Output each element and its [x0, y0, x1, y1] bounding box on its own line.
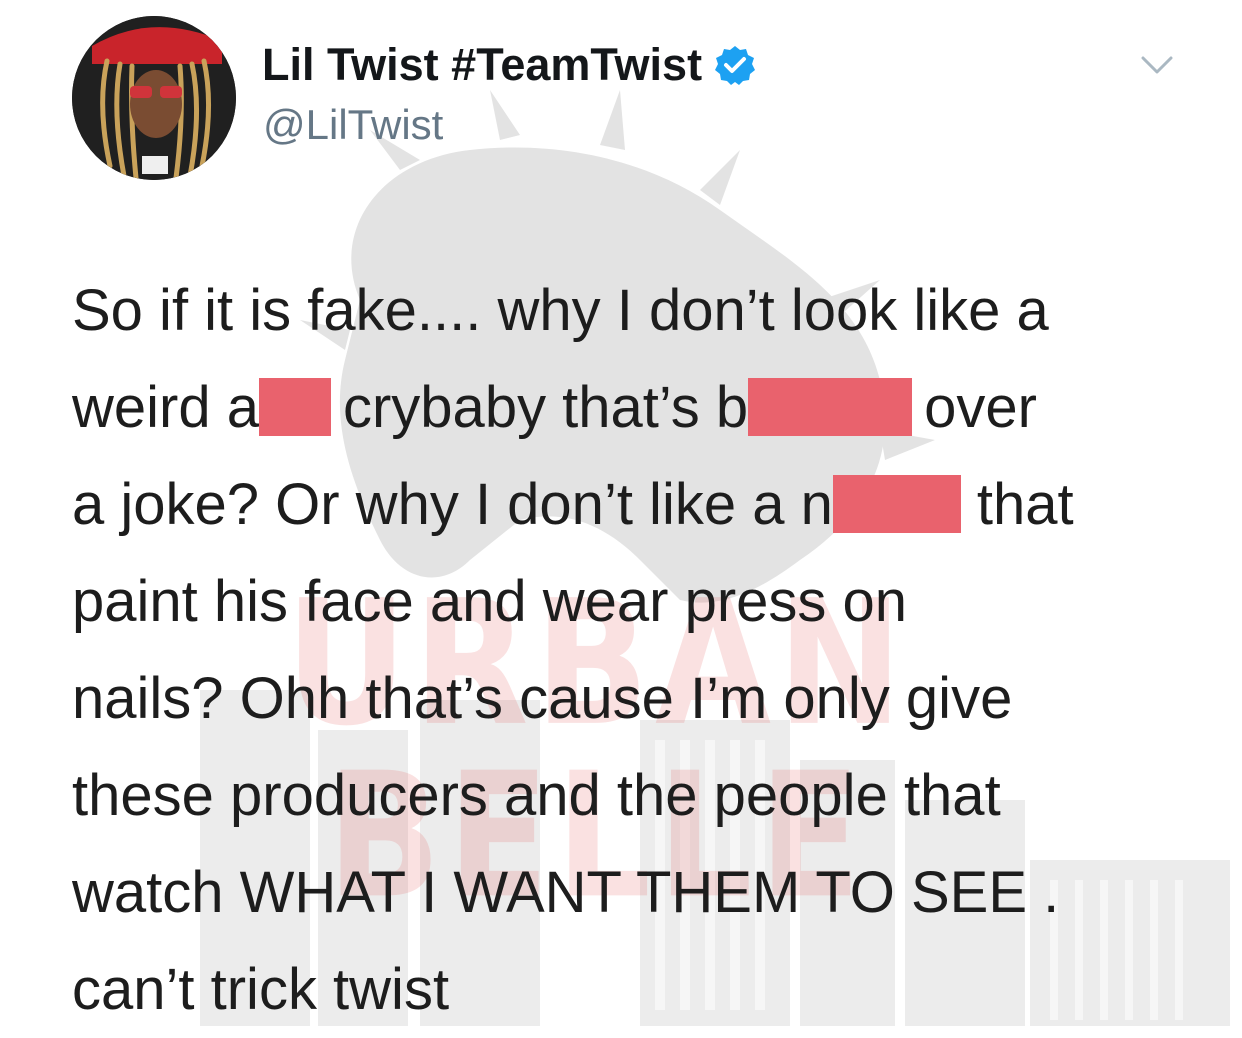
tweet-text-fragment: over	[924, 375, 1037, 440]
tweet-line: So if it is fake.... why I don’t look li…	[72, 278, 1049, 343]
redaction-block	[258, 378, 331, 436]
tweet-text-fragment: that	[976, 472, 1074, 537]
tweet-line: watch WHAT I WANT THEM TO SEE .	[72, 860, 1060, 925]
verified-badge-icon	[715, 45, 756, 85]
tweet-line: weird a crybaby that’s b over	[72, 359, 1202, 456]
tweet-line: paint his face and wear press on	[72, 569, 908, 634]
tweet-line: nails? Ohh that’s cause I’m only give	[72, 666, 1013, 731]
profile-avatar[interactable]	[72, 16, 236, 180]
chevron-down-icon[interactable]	[1140, 50, 1174, 80]
redaction-block	[748, 378, 913, 436]
tweet-text-fragment: crybaby that’s b	[342, 375, 749, 440]
tweet-line: a joke? Or why I don’t like a n that	[72, 456, 1202, 553]
tweet-text-fragment: weird a	[72, 375, 259, 440]
tweet-line: these producers and the people that	[72, 763, 1001, 828]
avatar-image	[72, 16, 236, 180]
author-handle[interactable]: @LilTwist	[263, 104, 443, 146]
redaction-block	[832, 475, 961, 533]
author-display-name[interactable]: Lil Twist #TeamTwist	[262, 42, 702, 87]
author-name-row: Lil Twist #TeamTwist	[262, 42, 756, 87]
tweet-text-fragment: a joke? Or why I don’t like a n	[72, 472, 833, 537]
tweet-line: can’t trick twist	[72, 957, 450, 1022]
tweet-text: So if it is fake.... why I don’t look li…	[72, 262, 1202, 1038]
